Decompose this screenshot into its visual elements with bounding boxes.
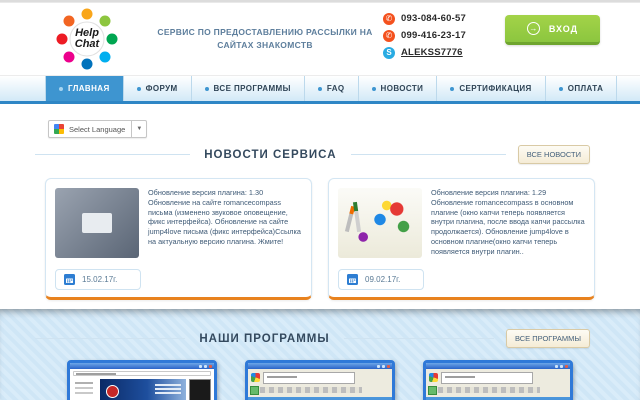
news-section: Select Language ▼ НОВОСТИ СЕРВИСА все но… (0, 104, 640, 309)
app-logo-icon (251, 373, 260, 382)
calendar-icon (347, 274, 358, 285)
bullet-icon (59, 87, 63, 91)
maximize-icon (560, 365, 563, 368)
app-toolbar (251, 387, 362, 393)
app-input-box (263, 372, 355, 384)
news-image-email-touch[interactable] (55, 188, 139, 258)
programs-section-header: НАШИ ПРОГРАММЫ все программы (0, 329, 640, 348)
bullet-icon (559, 87, 563, 91)
app-logo-icon (429, 373, 438, 382)
bullet-icon (205, 87, 209, 91)
nav-label: НОВОСТИ (381, 84, 424, 93)
site-menu-panel (73, 379, 97, 400)
nav-item-oplata[interactable]: ОПЛАТА (546, 76, 618, 101)
news-text: Обновление версия плагина: 1.30 Обновлен… (148, 188, 302, 247)
programs-section-title: НАШИ ПРОГРАММЫ (185, 333, 343, 345)
program-thumbnail-app[interactable] (423, 360, 573, 400)
news-card[interactable]: Обновление версия плагина: 1.29 Обновлен… (328, 178, 595, 300)
bullet-icon (318, 87, 322, 91)
maximize-icon (382, 365, 385, 368)
app-window-body (426, 369, 570, 400)
program-thumbnails-row (0, 360, 640, 400)
arrow-right-icon: → (527, 22, 540, 35)
phone-contact-2[interactable]: ✆ 099-416-23-17 (383, 29, 466, 42)
site-tagline: СЕРВИС ПО ПРЕДОСТАВЛЕНИЮ РАССЫЛКИ НА САЙ… (140, 26, 390, 52)
bullet-icon (137, 87, 141, 91)
nav-item-forum[interactable]: ФОРУМ (124, 76, 192, 101)
phone-icon: ✆ (383, 30, 395, 42)
phone-contact-1[interactable]: ✆ 093-084-60-57 (383, 12, 466, 25)
close-icon (565, 365, 568, 368)
nav-label: СЕРТИФИКАЦИЯ (459, 84, 531, 93)
program-thumbnail-app[interactable] (245, 360, 395, 400)
news-date-badge: 09.02.17г. (338, 269, 424, 290)
main-nav: ГЛАВНАЯ ФОРУМ ВСЕ ПРОГРАММЫ FAQ НОВОСТИ … (0, 75, 640, 101)
contact-list: ✆ 093-084-60-57 ✆ 099-416-23-17 S ALEKSS… (383, 12, 466, 59)
news-date: 09.02.17г. (365, 275, 400, 284)
programs-section: НАШИ ПРОГРАММЫ все программы (0, 309, 640, 400)
news-text: Обновление версия плагина: 1.29 Обновлен… (431, 188, 585, 256)
news-cards-row: Обновление версия плагина: 1.30 Обновлен… (45, 178, 595, 300)
language-selector[interactable]: Select Language ▼ (48, 120, 147, 138)
phone-number: 099-416-23-17 (401, 30, 466, 41)
divider-line (35, 338, 185, 339)
minimize-icon (555, 365, 558, 368)
site-header: Help Chat СЕРВИС ПО ПРЕДОСТАВЛЕНИЮ РАССЫ… (0, 3, 640, 75)
bullet-icon (450, 87, 454, 91)
maximize-icon (204, 365, 207, 368)
news-section-title: НОВОСТИ СЕРВИСА (190, 149, 350, 161)
divider-line (35, 154, 190, 155)
nav-label: ФОРУМ (146, 84, 178, 93)
phone-number: 093-084-60-57 (401, 13, 466, 24)
nav-label: FAQ (327, 84, 345, 93)
app-input-box (441, 372, 533, 384)
nav-label: ОПЛАТА (568, 84, 604, 93)
helpchat-logo[interactable]: Help Chat (55, 7, 119, 71)
all-news-button[interactable]: все новости (518, 145, 590, 164)
login-button-label: ВХОД (549, 24, 578, 34)
app-toolbar (429, 387, 540, 393)
close-icon (387, 365, 390, 368)
news-image-art-supplies[interactable] (338, 188, 422, 258)
skype-contact[interactable]: S ALEKSS7776 (383, 46, 466, 59)
nav-item-sertifikaciya[interactable]: СЕРТИФИКАЦИЯ (437, 76, 545, 101)
minimize-icon (199, 365, 202, 368)
nav-item-glavnaya[interactable]: ГЛАВНАЯ (45, 76, 124, 101)
chevron-down-icon: ▼ (131, 121, 146, 137)
divider-line (351, 154, 506, 155)
envelope-icon (82, 213, 112, 233)
language-selector-label: Select Language (69, 125, 131, 134)
all-programs-button[interactable]: все программы (506, 329, 590, 348)
nav-item-novosti[interactable]: НОВОСТИ (359, 76, 438, 101)
nav-item-faq[interactable]: FAQ (305, 76, 359, 101)
calendar-icon (64, 274, 75, 285)
login-button[interactable]: → ВХОД (505, 15, 600, 45)
side-note-panel (189, 379, 211, 400)
nav-item-vse-programmy[interactable]: ВСЕ ПРОГРАММЫ (192, 76, 305, 101)
news-card[interactable]: Обновление версия плагина: 1.30 Обновлен… (45, 178, 312, 300)
app-window-body (248, 369, 392, 400)
skype-login: ALEKSS7776 (401, 47, 463, 58)
nav-label: ГЛАВНАЯ (68, 84, 110, 93)
close-icon (209, 365, 212, 368)
minimize-icon (377, 365, 380, 368)
logo-wordmark: Help Chat (55, 7, 119, 71)
skype-icon: S (383, 47, 395, 59)
google-translate-icon (54, 124, 64, 134)
divider-line (344, 338, 494, 339)
news-date: 15.02.17г. (82, 275, 117, 284)
window-titlebar (70, 363, 214, 369)
nav-label: ВСЕ ПРОГРАММЫ (214, 84, 291, 93)
phone-icon: ✆ (383, 13, 395, 25)
dating-site-banner (100, 379, 186, 400)
program-thumbnail-browser[interactable] (67, 360, 217, 400)
address-bar (73, 371, 211, 376)
bullet-icon (372, 87, 376, 91)
news-date-badge: 15.02.17г. (55, 269, 141, 290)
